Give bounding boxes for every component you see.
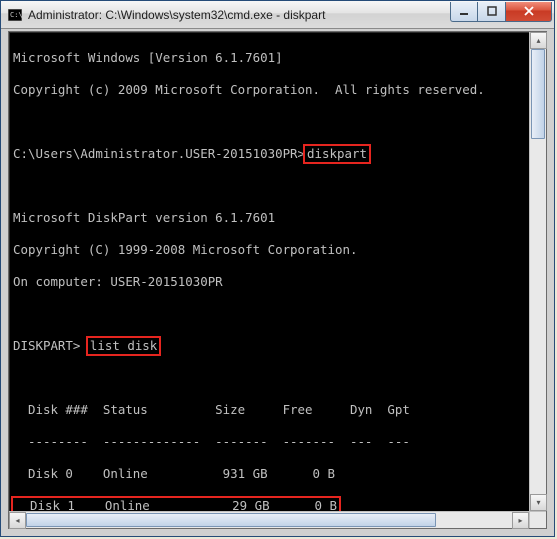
- text-line: On computer: USER-20151030PR: [13, 274, 529, 290]
- text-line: Copyright (C) 1999-2008 Microsoft Corpor…: [13, 242, 529, 258]
- horizontal-scroll-thumb[interactable]: [26, 513, 436, 527]
- vertical-scrollbar[interactable]: ▴ ▾: [529, 32, 546, 511]
- console-output[interactable]: Microsoft Windows [Version 6.1.7601] Cop…: [9, 32, 529, 511]
- maximize-button[interactable]: [478, 2, 506, 22]
- table-divider: -------- ------------- ------- ------- -…: [13, 434, 529, 450]
- scroll-up-button[interactable]: ▴: [530, 32, 547, 49]
- table-row: Disk 1 Online 29 GB 0 B: [13, 498, 529, 511]
- horizontal-scrollbar[interactable]: ◂ ▸: [9, 511, 529, 528]
- highlight-listdisk: list disk: [86, 336, 161, 356]
- blank-line: [13, 178, 529, 194]
- vertical-scroll-thumb[interactable]: [531, 49, 545, 139]
- highlight-disk1-row: Disk 1 Online 29 GB 0 B: [11, 496, 341, 511]
- minimize-button[interactable]: [450, 2, 478, 22]
- cmd-window: C:\ Administrator: C:\Windows\system32\c…: [0, 0, 555, 537]
- prompt-line: DISKPART> list disk: [13, 338, 529, 354]
- scroll-right-button[interactable]: ▸: [512, 512, 529, 529]
- prompt-line: C:\Users\Administrator.USER-20151030PR>d…: [13, 146, 529, 162]
- highlight-diskpart: diskpart: [303, 144, 371, 164]
- blank-line: [13, 370, 529, 386]
- text-line: Copyright (c) 2009 Microsoft Corporation…: [13, 82, 529, 98]
- scrollbar-corner: [529, 511, 546, 528]
- close-button[interactable]: [506, 2, 552, 22]
- titlebar[interactable]: C:\ Administrator: C:\Windows\system32\c…: [1, 1, 554, 29]
- blank-line: [13, 114, 529, 130]
- cmd-prompt: C:\Users\Administrator.USER-20151030PR>: [13, 146, 305, 161]
- text-line: Microsoft DiskPart version 6.1.7601: [13, 210, 529, 226]
- table-row: Disk 0 Online 931 GB 0 B: [13, 466, 529, 482]
- window-title: Administrator: C:\Windows\system32\cmd.e…: [28, 8, 450, 22]
- text-line: Microsoft Windows [Version 6.1.7601]: [13, 50, 529, 66]
- scroll-left-button[interactable]: ◂: [9, 512, 26, 529]
- window-controls: [450, 2, 552, 22]
- client-area: Microsoft Windows [Version 6.1.7601] Cop…: [8, 31, 547, 529]
- table-header: Disk ### Status Size Free Dyn Gpt: [13, 402, 529, 418]
- svg-text:C:\: C:\: [10, 11, 22, 19]
- blank-line: [13, 306, 529, 322]
- scroll-down-button[interactable]: ▾: [530, 494, 547, 511]
- diskpart-prompt: DISKPART>: [13, 338, 88, 353]
- cmd-icon: C:\: [7, 7, 23, 23]
